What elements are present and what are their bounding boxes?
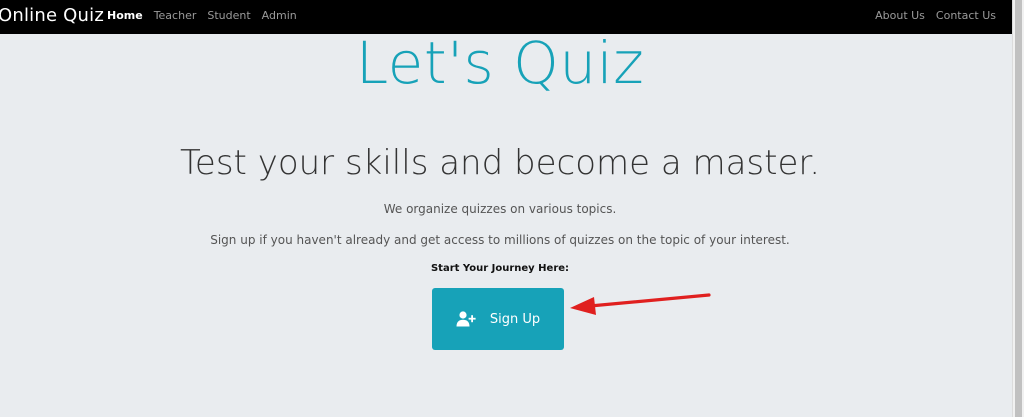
nav-student[interactable]: Student	[207, 9, 250, 22]
hero-subtitle: Test your skills and become a master.	[179, 143, 821, 183]
nav-left: Home Teacher Student Admin	[107, 9, 297, 22]
nav-right: About Us Contact Us	[875, 9, 996, 22]
nav-teacher[interactable]: Teacher	[154, 9, 197, 22]
sign-up-button[interactable]: Sign Up	[432, 288, 564, 350]
brand-logo[interactable]: Online Quiz	[0, 5, 104, 26]
hero-signup-prompt: Sign up if you haven't already and get a…	[210, 233, 790, 247]
scrollbar-thumb[interactable]	[1015, 0, 1022, 417]
red-arrow-icon	[570, 293, 711, 315]
journey-label: Start Your Journey Here:	[430, 263, 570, 274]
user-plus-icon	[456, 311, 476, 327]
nav-admin[interactable]: Admin	[262, 9, 297, 22]
nav-home[interactable]: Home	[107, 9, 143, 22]
vertical-scrollbar[interactable]	[1012, 0, 1024, 417]
nav-about-us[interactable]: About Us	[875, 9, 925, 22]
hero-title: Let's Quiz	[355, 29, 645, 97]
nav-contact-us[interactable]: Contact Us	[936, 9, 996, 22]
sign-up-label: Sign Up	[489, 311, 541, 327]
hero-description: We organize quizzes on various topics.	[383, 202, 617, 216]
page: Online Quiz Home Teacher Student Admin A…	[0, 0, 1024, 417]
